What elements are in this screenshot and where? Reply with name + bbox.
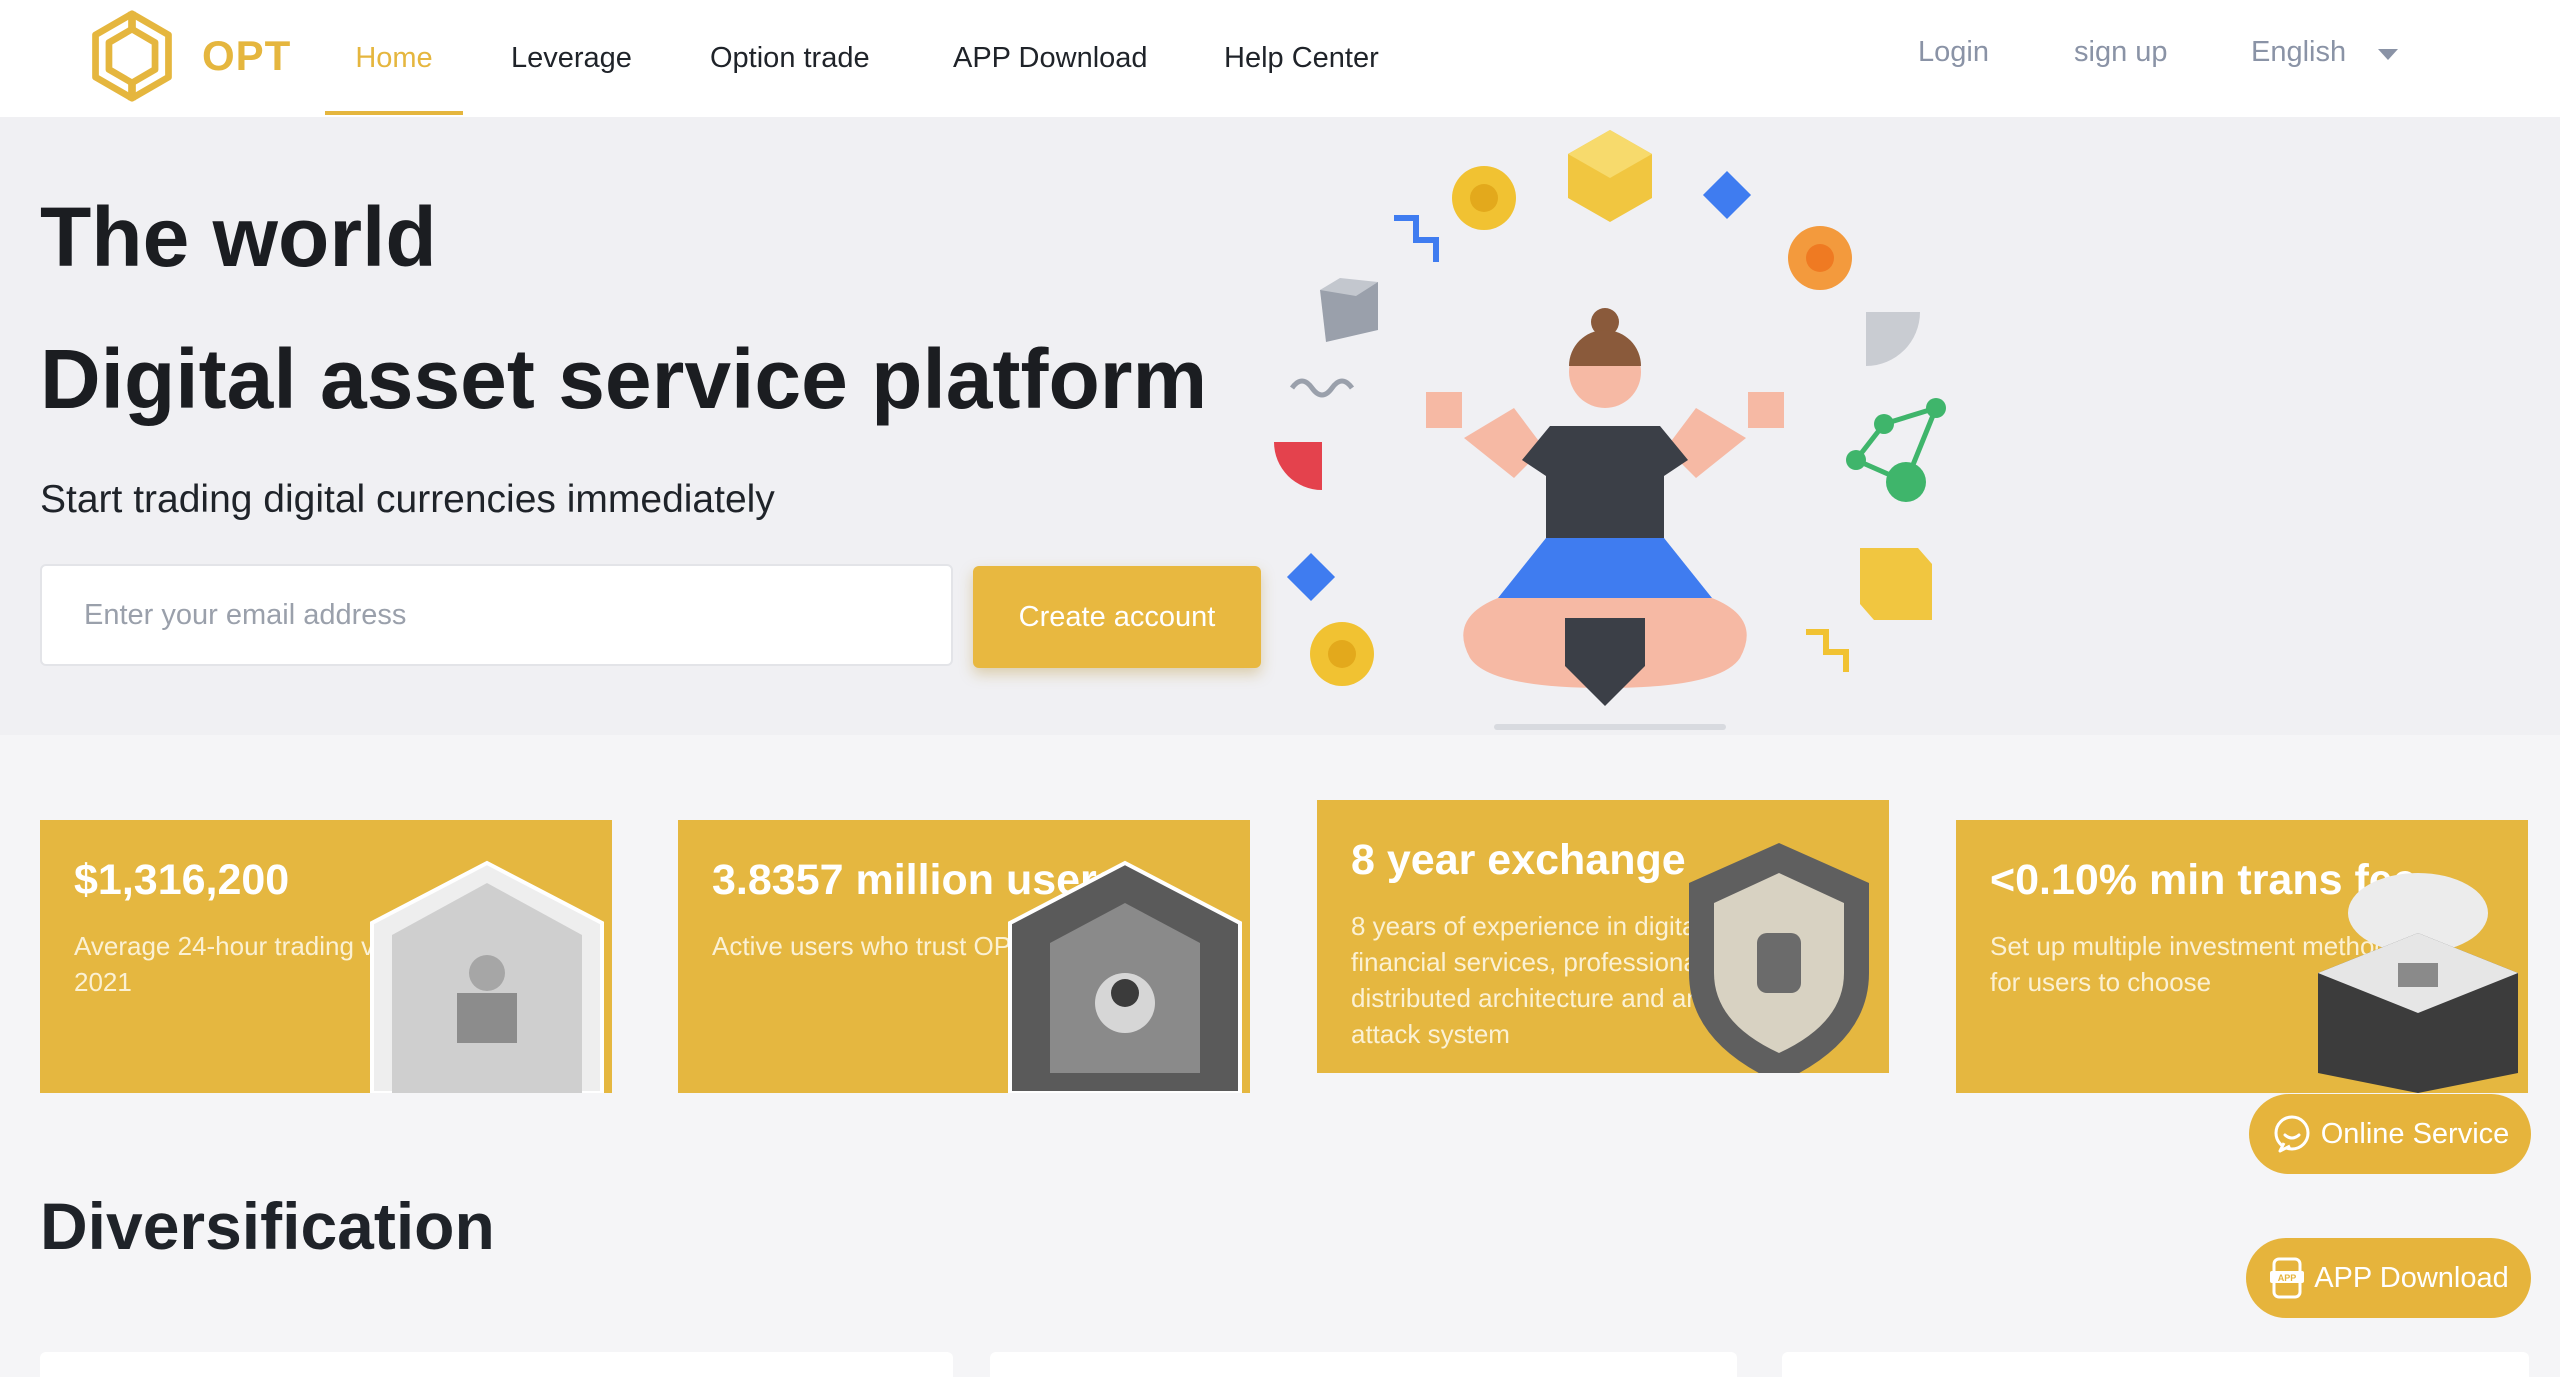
stat-title: $1,316,200 bbox=[74, 856, 290, 904]
online-service-label: Online Service bbox=[2320, 1117, 2510, 1150]
blue-diamond-icon bbox=[1286, 552, 1336, 602]
signup-link[interactable]: sign up bbox=[2074, 36, 2168, 69]
hero-title-line1: The world bbox=[40, 190, 437, 284]
language-select[interactable]: English bbox=[2251, 36, 2346, 69]
nav-app-download[interactable]: APP Download bbox=[953, 0, 1148, 117]
login-link[interactable]: Login bbox=[1918, 36, 1989, 69]
stat-title: 8 year exchange bbox=[1351, 836, 1686, 884]
diversification-card[interactable] bbox=[990, 1352, 1737, 1377]
phone-app-icon: APP bbox=[2270, 1257, 2305, 1299]
online-service-button[interactable]: Online Service bbox=[2249, 1094, 2531, 1174]
top-header: OPT Home Leverage Option trade APP Downl… bbox=[0, 0, 2560, 117]
nav-option-trade[interactable]: Option trade bbox=[710, 0, 870, 117]
stat-card-users: 3.8357 million users Active users who tr… bbox=[678, 820, 1250, 1093]
hero-subtitle: Start trading digital currencies immedia… bbox=[40, 478, 775, 521]
app-download-button[interactable]: APP APP Download bbox=[2246, 1238, 2531, 1318]
diversification-card[interactable] bbox=[40, 1352, 953, 1377]
logo[interactable]: OPT bbox=[84, 8, 291, 104]
stat-card-volume: $1,316,200 Average 24-hour trading volum… bbox=[40, 820, 612, 1093]
diversification-card[interactable] bbox=[1782, 1352, 2529, 1377]
nav-leverage[interactable]: Leverage bbox=[511, 0, 632, 117]
zigzag-icon bbox=[1394, 215, 1439, 262]
diamond-icon bbox=[1702, 170, 1752, 220]
create-account-button[interactable]: Create account bbox=[973, 566, 1261, 668]
red-quarter-icon bbox=[1274, 442, 1322, 490]
opt-logo-icon bbox=[92, 10, 172, 102]
stat-card-fee: <0.10% min trans fee Set up multiple inv… bbox=[1956, 820, 2528, 1093]
robot-hexagon-icon bbox=[1008, 860, 1242, 1093]
chat-bubble-icon bbox=[2274, 1115, 2310, 1153]
yellow-cube-icon bbox=[1860, 548, 1932, 620]
nav-help-center[interactable]: Help Center bbox=[1224, 0, 1379, 117]
crystal-box-icon bbox=[370, 860, 604, 1093]
brand-name: OPT bbox=[202, 32, 292, 79]
cloud-box-icon bbox=[2318, 873, 2518, 1093]
svg-text:APP: APP bbox=[2278, 1273, 2297, 1283]
app-download-label: APP Download bbox=[2314, 1261, 2509, 1294]
stat-card-experience: 8 year exchange 8 years of experience in… bbox=[1317, 800, 1889, 1073]
quarter-circle-icon bbox=[1866, 312, 1920, 366]
hero-title-line2: Digital asset service platform bbox=[40, 332, 1208, 426]
email-input[interactable] bbox=[40, 564, 953, 666]
nav-home[interactable]: Home bbox=[325, 0, 463, 117]
chevron-down-icon[interactable] bbox=[2378, 49, 2398, 60]
section-title-diversification: Diversification bbox=[40, 1189, 495, 1263]
wave-icon bbox=[1289, 378, 1355, 398]
shield-icon bbox=[1689, 843, 1869, 1073]
meditating-person-illustration bbox=[1274, 130, 1946, 730]
